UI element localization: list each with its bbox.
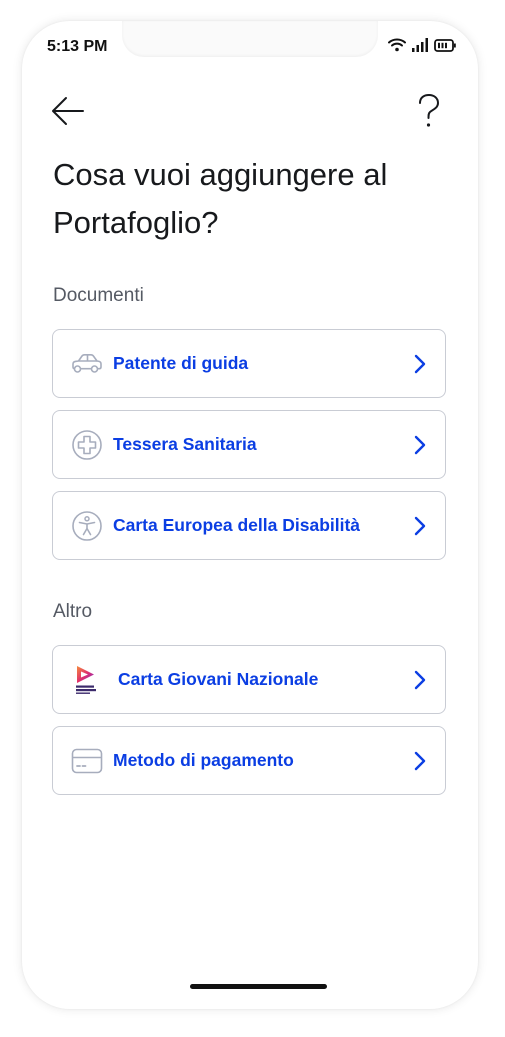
list-item-label: Patente di guida <box>113 353 249 373</box>
list-item-carta-giovani[interactable]: Carta Giovani Nazionale <box>52 645 446 714</box>
chevron-right-icon <box>413 435 427 455</box>
chevron-right-icon <box>413 354 427 374</box>
chevron-right-icon <box>413 516 427 536</box>
wifi-icon <box>388 38 406 52</box>
car-icon <box>71 348 103 380</box>
back-arrow-icon[interactable] <box>50 93 86 129</box>
section-label-documenti: Documenti <box>53 285 144 306</box>
phone-frame: 5:13 PM Cosa vuoi aggiungere al Portafog… <box>22 21 478 1009</box>
carta-giovani-logo <box>71 664 103 696</box>
list-item-label: Metodo di pagamento <box>113 750 294 770</box>
section-label-altro: Altro <box>53 601 93 622</box>
battery-icon <box>434 38 456 52</box>
home-indicator[interactable] <box>190 984 327 989</box>
health-cross-icon <box>71 429 103 461</box>
status-time: 5:13 PM <box>47 38 108 55</box>
credit-card-icon <box>71 745 103 777</box>
list-item-tessera-sanitaria[interactable]: Tessera Sanitaria <box>52 410 446 479</box>
list-item-carta-disabilita[interactable]: Carta Europea della Disabilità <box>52 491 446 560</box>
device-notch <box>122 21 378 57</box>
chevron-right-icon <box>413 670 427 690</box>
list-item-label: Carta Europea della Disabilità <box>113 515 361 535</box>
list-item-label: Tessera Sanitaria <box>113 434 257 454</box>
signal-icon <box>412 38 428 52</box>
page-title: Cosa vuoi aggiungere al Portafoglio? <box>53 157 388 240</box>
chevron-right-icon <box>413 751 427 771</box>
status-icons <box>388 38 456 52</box>
help-icon[interactable] <box>416 93 442 129</box>
list-item-label: Carta Giovani Nazionale <box>118 669 319 689</box>
accessibility-icon <box>71 510 103 542</box>
list-item-metodo-pagamento[interactable]: Metodo di pagamento <box>52 726 446 795</box>
list-item-patente[interactable]: Patente di guida <box>52 329 446 398</box>
